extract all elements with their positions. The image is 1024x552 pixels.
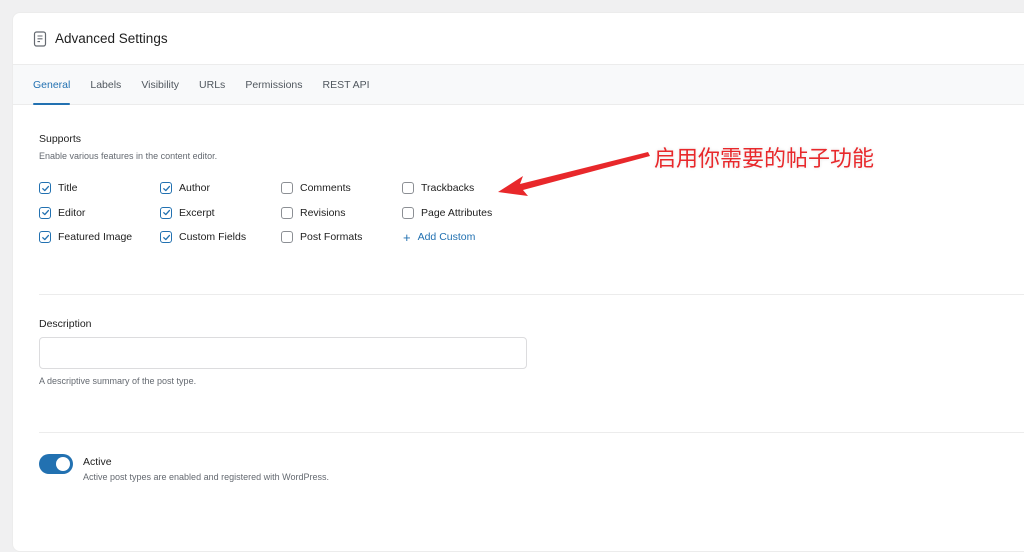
checkbox-unchecked-icon[interactable] (402, 206, 414, 219)
checkbox-author[interactable]: Author (160, 176, 281, 201)
checkbox-label: Excerpt (179, 206, 215, 219)
checkbox-unchecked-icon[interactable] (281, 182, 293, 195)
checkbox-label: Trackbacks (421, 182, 475, 195)
document-icon (33, 30, 47, 47)
checkbox-revisions[interactable]: Revisions (281, 201, 402, 226)
description-input[interactable] (39, 337, 527, 369)
checkbox-checked-icon[interactable] (39, 206, 51, 219)
checkbox-label: Custom Fields (179, 231, 247, 244)
supports-checkbox-grid: Title Author Comments Trackbacks Editor Excer… (39, 176, 532, 250)
section-divider (39, 294, 1024, 295)
checkbox-unchecked-icon[interactable] (281, 231, 293, 244)
checkbox-checked-icon[interactable] (39, 231, 51, 244)
checkbox-title[interactable]: Title (39, 176, 160, 201)
supports-help: Enable various features in the content e… (39, 151, 218, 161)
checkbox-post-formats[interactable]: Post Formats (281, 225, 402, 250)
checkbox-unchecked-icon[interactable] (281, 206, 293, 219)
checkbox-label: Editor (58, 206, 86, 219)
panel-title: Advanced Settings (55, 31, 168, 46)
annotation-text: 启用你需要的帖子功能 (654, 147, 875, 172)
tab-permissions[interactable]: Permissions (245, 65, 302, 104)
active-section: Active Active post types are enabled and… (39, 454, 329, 482)
add-custom-button[interactable]: + Add Custom (402, 225, 532, 250)
tab-urls[interactable]: URLs (199, 65, 225, 104)
toggle-knob (56, 457, 70, 471)
description-label: Description (39, 318, 92, 330)
add-custom-label: Add Custom (417, 231, 476, 244)
tab-rest-api[interactable]: REST API (323, 65, 370, 104)
checkbox-label: Page Attributes (421, 206, 493, 219)
supports-section: Supports Enable various features in the … (39, 133, 217, 161)
checkbox-comments[interactable]: Comments (281, 176, 402, 201)
checkbox-editor[interactable]: Editor (39, 201, 160, 226)
supports-label: Supports (39, 133, 82, 145)
checkbox-label: Title (58, 182, 78, 195)
settings-tabs: General Labels Visibility URLs Permissio… (13, 65, 1024, 105)
active-toggle[interactable] (39, 454, 73, 474)
tab-general[interactable]: General (33, 65, 71, 105)
section-divider (39, 432, 1024, 433)
annotation-arrow-icon (498, 152, 650, 196)
checkbox-checked-icon[interactable] (39, 182, 51, 195)
description-help: A descriptive summary of the post type. (39, 376, 197, 386)
checkbox-checked-icon[interactable] (160, 182, 172, 195)
checkbox-label: Comments (300, 182, 351, 195)
checkbox-unchecked-icon[interactable] (402, 182, 414, 195)
checkbox-label: Featured Image (58, 231, 133, 244)
checkbox-excerpt[interactable]: Excerpt (160, 201, 281, 226)
panel-header: Advanced Settings (13, 13, 1024, 65)
checkbox-featured-image[interactable]: Featured Image (39, 225, 160, 250)
checkbox-label: Post Formats (300, 231, 363, 244)
tab-labels[interactable]: Labels (90, 65, 121, 104)
description-section: Description A descriptive summary of the… (39, 318, 527, 386)
tab-visibility[interactable]: Visibility (141, 65, 179, 104)
checkbox-checked-icon[interactable] (160, 206, 172, 219)
checkbox-checked-icon[interactable] (160, 231, 172, 244)
active-help: Active post types are enabled and regist… (83, 472, 329, 482)
checkbox-label: Revisions (300, 206, 346, 219)
plus-icon: + (403, 229, 411, 245)
active-label: Active (83, 456, 112, 468)
checkbox-label: Author (179, 182, 210, 195)
checkbox-custom-fields[interactable]: Custom Fields (160, 225, 281, 250)
